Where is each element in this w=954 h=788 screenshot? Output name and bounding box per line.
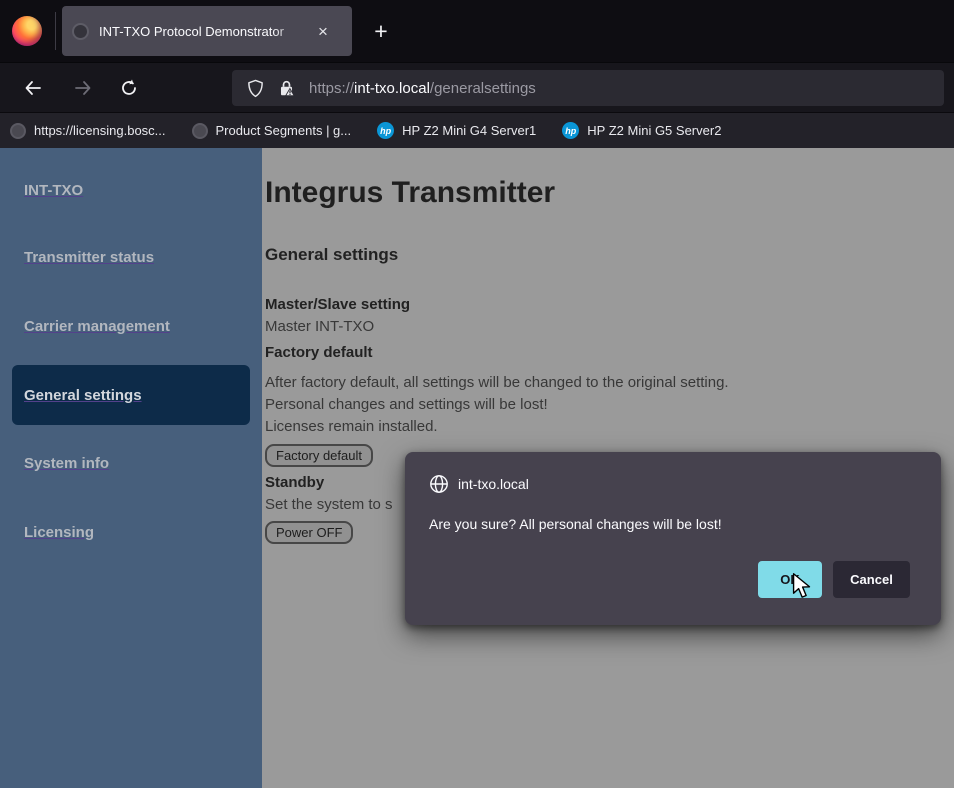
forward-button[interactable]	[66, 71, 100, 105]
url-scheme: https://	[309, 80, 354, 97]
cancel-button[interactable]: Cancel	[833, 561, 910, 598]
bookmark-label: Product Segments | g...	[216, 123, 352, 138]
master-slave-value: Master INT-TXO	[265, 318, 374, 335]
reload-button[interactable]	[112, 71, 146, 105]
power-off-button[interactable]: Power OFF	[265, 521, 353, 544]
tab-separator	[55, 12, 56, 50]
firefox-menu-button[interactable]	[10, 14, 44, 48]
factory-default-line2: Personal changes and settings will be lo…	[265, 396, 548, 413]
lock-warning-icon[interactable]	[278, 80, 295, 97]
url-text: https://int-txo.local/generalsettings	[309, 80, 536, 97]
bookmark-hp-server2[interactable]: hp HP Z2 Mini G5 Server2	[562, 122, 721, 139]
bookmark-label: https://licensing.bosc...	[34, 123, 166, 138]
factory-default-line3: Licenses remain installed.	[265, 418, 438, 435]
ok-button[interactable]: OK	[758, 561, 822, 598]
page-title: Integrus Transmitter	[265, 176, 555, 210]
sidebar-nav: INT-TXO Transmitter status Carrier manag…	[0, 148, 262, 788]
section-title: General settings	[265, 245, 398, 265]
dialog-header: int-txo.local	[429, 474, 529, 494]
confirm-dialog: int-txo.local Are you sure? All personal…	[405, 452, 941, 625]
forward-icon	[73, 78, 93, 98]
sidebar-item-system-info[interactable]: System info	[24, 455, 109, 472]
browser-window: INT-TXO Protocol Demonstrator × +	[0, 0, 954, 788]
site-favicon-icon	[72, 23, 89, 40]
url-bar[interactable]: https://int-txo.local/generalsettings	[232, 70, 944, 106]
factory-default-heading: Factory default	[265, 344, 373, 361]
bookmark-label: HP Z2 Mini G4 Server1	[402, 123, 536, 138]
standby-text: Set the system to s	[265, 496, 393, 513]
hp-icon: hp	[377, 122, 394, 139]
factory-default-button[interactable]: Factory default	[265, 444, 373, 467]
url-path: /generalsettings	[430, 80, 536, 97]
back-icon	[23, 78, 43, 98]
globe-icon	[192, 123, 208, 139]
sidebar-item-carrier-management[interactable]: Carrier management	[24, 318, 170, 335]
sidebar-item-general-settings[interactable]: General settings	[24, 387, 142, 404]
active-tab[interactable]: INT-TXO Protocol Demonstrator ×	[62, 6, 352, 56]
bookmarks-toolbar: https://licensing.bosc... Product Segmen…	[0, 112, 954, 148]
tab-bar: INT-TXO Protocol Demonstrator × +	[0, 0, 954, 62]
tab-close-icon[interactable]: ×	[313, 21, 333, 41]
sidebar-item-transmitter-status[interactable]: Transmitter status	[24, 249, 154, 266]
new-tab-button[interactable]: +	[366, 17, 396, 47]
bookmark-hp-server1[interactable]: hp HP Z2 Mini G4 Server1	[377, 122, 536, 139]
firefox-icon	[12, 16, 42, 46]
master-slave-heading: Master/Slave setting	[265, 296, 410, 313]
bookmark-label: HP Z2 Mini G5 Server2	[587, 123, 721, 138]
dialog-origin: int-txo.local	[458, 476, 529, 492]
reload-icon	[119, 78, 139, 98]
sidebar-item-int-txo[interactable]: INT-TXO	[24, 182, 83, 199]
globe-icon	[429, 474, 449, 494]
bookmark-licensing[interactable]: https://licensing.bosc...	[10, 123, 166, 139]
factory-default-line1: After factory default, all settings will…	[265, 374, 729, 391]
tab-title: INT-TXO Protocol Demonstrator	[99, 24, 311, 39]
dialog-message: Are you sure? All personal changes will …	[429, 516, 722, 532]
bookmark-product-segments[interactable]: Product Segments | g...	[192, 123, 352, 139]
shield-icon[interactable]	[246, 79, 265, 98]
navigation-toolbar: https://int-txo.local/generalsettings	[0, 62, 954, 112]
sidebar-item-licensing[interactable]: Licensing	[24, 524, 94, 541]
url-domain: int-txo.local	[354, 80, 430, 97]
hp-icon: hp	[562, 122, 579, 139]
standby-heading: Standby	[265, 474, 324, 491]
back-button[interactable]	[16, 71, 50, 105]
globe-icon	[10, 123, 26, 139]
